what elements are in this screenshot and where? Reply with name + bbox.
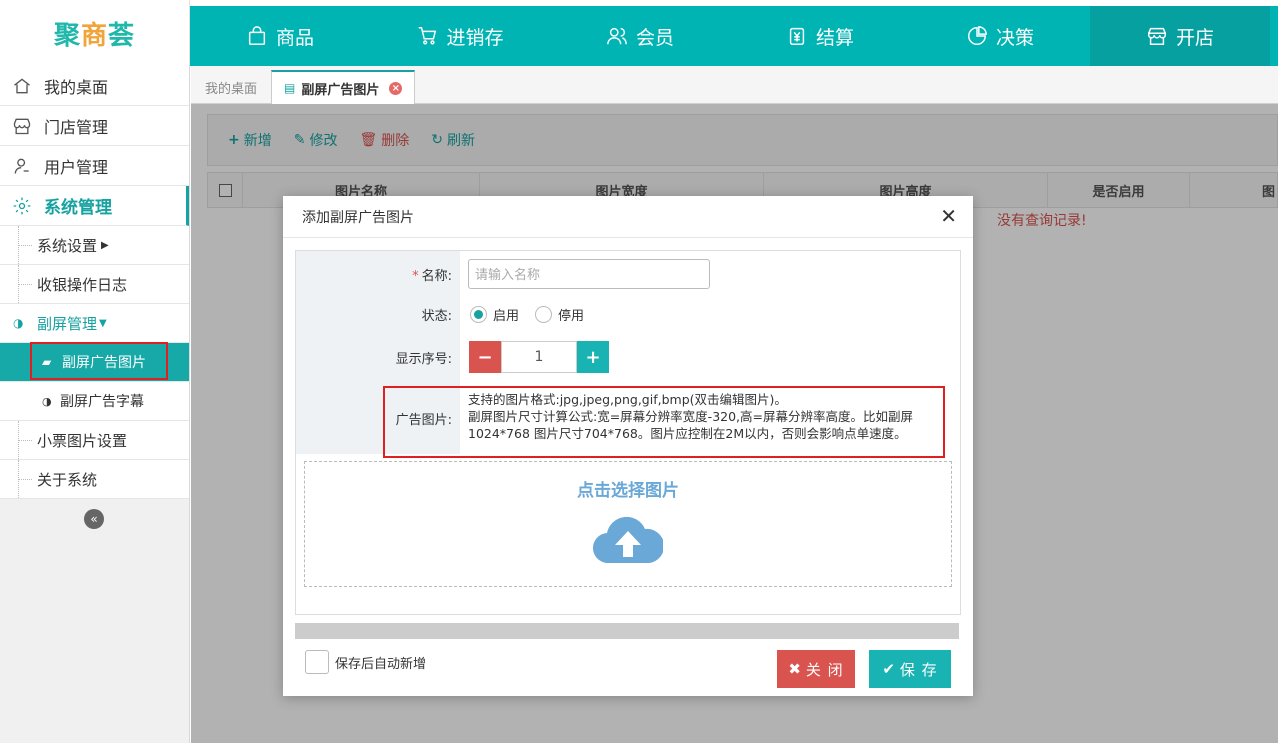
list-icon: ▤	[284, 81, 296, 95]
store-icon	[1148, 27, 1166, 45]
sidebar-sub-about[interactable]: 关于系统	[0, 460, 189, 499]
tree-dash	[18, 440, 32, 441]
status-disabled-radio[interactable]: 停用	[535, 305, 584, 324]
shop-icon	[13, 118, 31, 134]
half-circle-icon: ◑	[42, 394, 52, 408]
increment-button[interactable]: +	[577, 341, 609, 373]
tab-desktop[interactable]: 我的桌面	[193, 70, 269, 104]
user-icon	[14, 158, 29, 174]
close-icon[interactable]: ✕	[940, 206, 957, 226]
tree-dash	[18, 284, 32, 285]
highlight-box-note	[383, 386, 945, 458]
sidebar-sub-ad-captions[interactable]: ◑ 副屏广告字幕	[0, 382, 189, 421]
chart-icon	[968, 26, 987, 45]
sidebar-sub-receipt-images[interactable]: 小票图片设置	[0, 421, 189, 460]
cart-icon	[419, 27, 437, 45]
gear-icon	[13, 197, 31, 214]
nav-settlement[interactable]: 结算	[730, 6, 910, 66]
sidebar-item-desktop[interactable]: 我的桌面	[0, 66, 189, 106]
status-enabled-radio[interactable]: 启用	[470, 305, 519, 324]
sidebar-sub-cash-log[interactable]: 收银操作日志	[0, 265, 189, 304]
form-panel: *名称: 状态: 启用 停用 显示序号: − 1 + 广告图片: 支持的图片格式…	[295, 250, 961, 615]
sidebar-item-users[interactable]: 用户管理	[0, 146, 189, 186]
nav-goods[interactable]: 商品	[190, 6, 370, 66]
radio-on-icon	[470, 305, 487, 323]
x-icon: ✖	[788, 660, 802, 678]
order-row: 显示序号: − 1 +	[296, 340, 960, 374]
tree-dash	[18, 245, 32, 246]
nav-open-store[interactable]: 开店	[1090, 6, 1270, 66]
order-input[interactable]: 1	[501, 341, 577, 373]
sidebar-sub-second-screen[interactable]: ◑ 副屏管理 ▼	[0, 304, 189, 343]
highlight-box-sidebar	[30, 342, 168, 380]
save-button[interactable]: ✔ 保 存	[869, 650, 951, 688]
nav-inventory[interactable]: 进销存	[370, 6, 550, 66]
decrement-button[interactable]: −	[469, 341, 501, 373]
sidebar-footer: «	[0, 499, 189, 743]
top-navigation: 商品 进销存 会员 结算 决策 开店	[190, 6, 1278, 66]
radio-off-icon	[535, 305, 553, 323]
close-button[interactable]: ✖ 关 闭	[777, 650, 855, 688]
caret-right-icon: ▶	[101, 239, 109, 251]
checkbox-box	[305, 650, 329, 674]
brand-logo[interactable]: 聚商荟	[0, 0, 190, 66]
half-circle-icon: ◑	[13, 316, 24, 330]
order-stepper: − 1 +	[469, 341, 609, 373]
bag-icon	[248, 26, 266, 45]
check-icon: ✔	[882, 660, 896, 678]
status-row: 状态: 启用 停用	[296, 299, 960, 329]
home-icon	[14, 77, 30, 93]
auto-add-checkbox[interactable]: 保存后自动新增	[305, 650, 426, 674]
cloud-upload-icon	[593, 516, 663, 564]
required-mark: *	[412, 268, 419, 284]
tree-dash	[18, 479, 32, 480]
sidebar-sub-system-settings[interactable]: 系统设置 ▶	[0, 226, 189, 265]
add-ad-image-dialog: 添加副屏广告图片 ✕ *名称: 状态: 启用 停用 显示序号: − 1 + 广告…	[283, 196, 973, 696]
dialog-title: 添加副屏广告图片	[302, 209, 414, 226]
sidebar: 我的桌面 门店管理 用户管理 系统管理 系统设置 ▶ 收银操作日志 ◑ 副屏管理…	[0, 66, 190, 743]
nav-members[interactable]: 会员	[550, 6, 730, 66]
collapse-sidebar-icon[interactable]: «	[84, 509, 104, 529]
sidebar-item-stores[interactable]: 门店管理	[0, 106, 189, 146]
name-row: * 名称:	[296, 257, 960, 291]
nav-decision[interactable]: 决策	[910, 6, 1090, 66]
tab-ad-images[interactable]: ▤ 副屏广告图片 ×	[271, 70, 416, 104]
tab-bar: 我的桌面 ▤ 副屏广告图片 ×	[191, 66, 1278, 104]
users-icon	[607, 27, 627, 45]
caret-down-icon: ▼	[99, 317, 107, 329]
upload-area[interactable]: 点击选择图片	[304, 461, 952, 587]
horizontal-scrollbar[interactable]	[295, 623, 959, 639]
dialog-header: 添加副屏广告图片 ✕	[283, 196, 973, 238]
yen-icon	[789, 27, 805, 45]
tab-close-icon[interactable]: ×	[389, 81, 403, 95]
name-input[interactable]	[468, 259, 710, 289]
sidebar-item-system[interactable]: 系统管理	[0, 186, 189, 226]
